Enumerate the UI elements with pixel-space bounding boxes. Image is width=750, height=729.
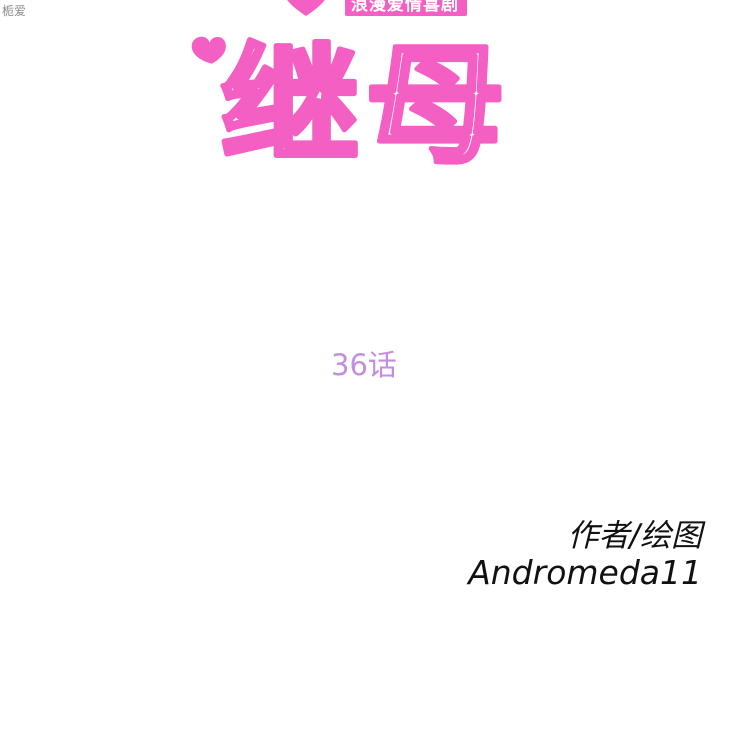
watermark: 栀爱 [2, 4, 27, 18]
author-name: Andromeda11 [468, 553, 702, 592]
genre-banner: 浪漫爱情喜剧 [345, 0, 467, 16]
comic-title-page: 栀爱 浪漫爱情喜剧 继母 36话 作者/绘图 Andromeda11 [0, 0, 750, 729]
title-text: 继母 [221, 32, 511, 172]
title-logo: 继母 [191, 30, 511, 172]
credit-label: 作者/绘图 [567, 518, 702, 554]
heart-icon [287, 0, 325, 16]
episode-number: 36话 [331, 348, 397, 382]
